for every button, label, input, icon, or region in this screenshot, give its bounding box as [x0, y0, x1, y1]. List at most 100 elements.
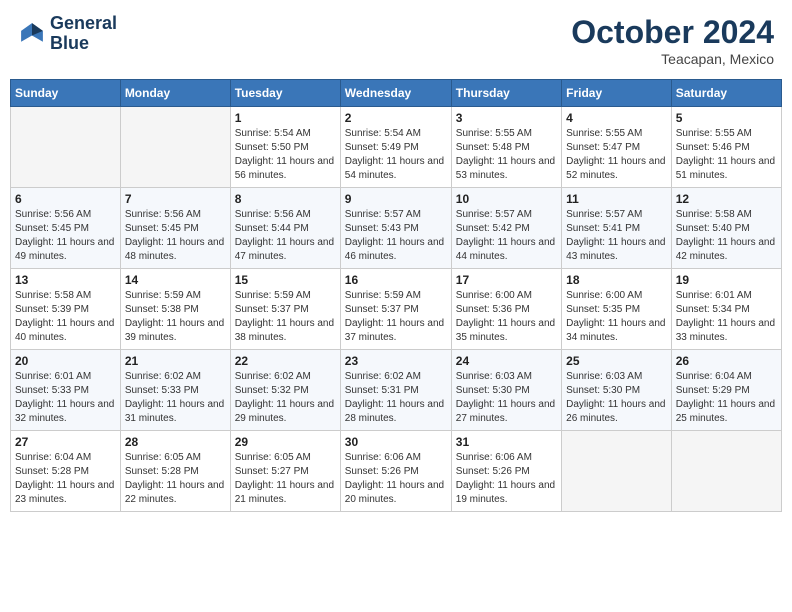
- day-number: 28: [125, 435, 226, 449]
- day-number: 15: [235, 273, 336, 287]
- week-row-1: 1 Sunrise: 5:54 AMSunset: 5:50 PMDaylight…: [11, 107, 782, 188]
- day-cell: 16 Sunrise: 5:59 AMSunset: 5:37 PMDayligh…: [340, 269, 451, 350]
- day-cell: [11, 107, 121, 188]
- day-cell: 26 Sunrise: 6:04 AMSunset: 5:29 PMDayligh…: [671, 350, 781, 431]
- day-number: 31: [456, 435, 557, 449]
- day-info: Sunrise: 6:01 AMSunset: 5:34 PMDaylight:…: [676, 289, 777, 345]
- weekday-header-wednesday: Wednesday: [340, 80, 451, 107]
- day-number: 10: [456, 192, 557, 206]
- day-number: 19: [676, 273, 777, 287]
- weekday-header-row: SundayMondayTuesdayWednesdayThursdayFrid…: [11, 80, 782, 107]
- day-info: Sunrise: 5:59 AMSunset: 5:38 PMDaylight:…: [125, 289, 226, 345]
- day-number: 26: [676, 354, 777, 368]
- day-cell: [562, 431, 672, 512]
- day-cell: 19 Sunrise: 6:01 AMSunset: 5:34 PMDayligh…: [671, 269, 781, 350]
- day-cell: 11 Sunrise: 5:57 AMSunset: 5:41 PMDayligh…: [562, 188, 672, 269]
- day-cell: 20 Sunrise: 6:01 AMSunset: 5:33 PMDayligh…: [11, 350, 121, 431]
- day-info: Sunrise: 5:54 AMSunset: 5:49 PMDaylight:…: [345, 127, 447, 183]
- day-cell: 1 Sunrise: 5:54 AMSunset: 5:50 PMDaylight…: [230, 107, 340, 188]
- day-info: Sunrise: 5:55 AMSunset: 5:47 PMDaylight:…: [566, 127, 667, 183]
- day-cell: 30 Sunrise: 6:06 AMSunset: 5:26 PMDayligh…: [340, 431, 451, 512]
- day-cell: 3 Sunrise: 5:55 AMSunset: 5:48 PMDaylight…: [451, 107, 561, 188]
- day-cell: 27Sunrise: 6:04 AMSunset: 5:28 PMDayligh…: [11, 431, 121, 512]
- day-number: 12: [676, 192, 777, 206]
- day-info: Sunrise: 5:58 AMSunset: 5:40 PMDaylight:…: [676, 208, 777, 264]
- day-number: 20: [15, 354, 116, 368]
- day-cell: 5 Sunrise: 5:55 AMSunset: 5:46 PMDaylight…: [671, 107, 781, 188]
- day-info: Sunrise: 6:05 AMSunset: 5:27 PMDaylight:…: [235, 451, 336, 507]
- week-row-5: 27Sunrise: 6:04 AMSunset: 5:28 PMDayligh…: [11, 431, 782, 512]
- day-number: 7: [125, 192, 226, 206]
- day-info: Sunrise: 5:57 AMSunset: 5:42 PMDaylight:…: [456, 208, 557, 264]
- day-cell: 6 Sunrise: 5:56 AMSunset: 5:45 PMDaylight…: [11, 188, 121, 269]
- week-row-3: 13Sunrise: 5:58 AMSunset: 5:39 PMDayligh…: [11, 269, 782, 350]
- month-title: October 2024: [571, 14, 774, 51]
- day-number: 14: [125, 273, 226, 287]
- day-cell: 29Sunrise: 6:05 AMSunset: 5:27 PMDayligh…: [230, 431, 340, 512]
- day-number: 30: [345, 435, 447, 449]
- day-number: 27: [15, 435, 116, 449]
- day-cell: 7Sunrise: 5:56 AMSunset: 5:45 PMDaylight…: [120, 188, 230, 269]
- day-info: Sunrise: 6:06 AMSunset: 5:26 PMDaylight:…: [345, 451, 447, 507]
- day-info: Sunrise: 6:04 AMSunset: 5:29 PMDaylight:…: [676, 370, 777, 426]
- weekday-header-sunday: Sunday: [11, 80, 121, 107]
- day-number: 24: [456, 354, 557, 368]
- day-info: Sunrise: 6:02 AMSunset: 5:33 PMDaylight:…: [125, 370, 226, 426]
- day-number: 4: [566, 111, 667, 125]
- day-number: 23: [345, 354, 447, 368]
- title-block: October 2024 Teacapan, Mexico: [571, 14, 774, 67]
- day-number: 11: [566, 192, 667, 206]
- day-info: Sunrise: 6:00 AMSunset: 5:36 PMDaylight:…: [456, 289, 557, 345]
- day-cell: 12 Sunrise: 5:58 AMSunset: 5:40 PMDayligh…: [671, 188, 781, 269]
- day-info: Sunrise: 6:02 AMSunset: 5:32 PMDaylight:…: [235, 370, 336, 426]
- week-row-4: 20 Sunrise: 6:01 AMSunset: 5:33 PMDayligh…: [11, 350, 782, 431]
- weekday-header-tuesday: Tuesday: [230, 80, 340, 107]
- day-info: Sunrise: 5:56 AMSunset: 5:45 PMDaylight:…: [15, 208, 116, 264]
- day-cell: 4 Sunrise: 5:55 AMSunset: 5:47 PMDaylight…: [562, 107, 672, 188]
- day-info: Sunrise: 5:56 AMSunset: 5:44 PMDaylight:…: [235, 208, 336, 264]
- day-number: 16: [345, 273, 447, 287]
- page-header: General Blue October 2024 Teacapan, Mexi…: [10, 10, 782, 71]
- day-cell: 18 Sunrise: 6:00 AMSunset: 5:35 PMDayligh…: [562, 269, 672, 350]
- weekday-header-thursday: Thursday: [451, 80, 561, 107]
- day-cell: 17 Sunrise: 6:00 AMSunset: 5:36 PMDayligh…: [451, 269, 561, 350]
- day-cell: 21Sunrise: 6:02 AMSunset: 5:33 PMDayligh…: [120, 350, 230, 431]
- day-cell: 25Sunrise: 6:03 AMSunset: 5:30 PMDayligh…: [562, 350, 672, 431]
- day-info: Sunrise: 6:03 AMSunset: 5:30 PMDaylight:…: [456, 370, 557, 426]
- logo-icon: [18, 20, 46, 48]
- day-cell: 13Sunrise: 5:58 AMSunset: 5:39 PMDayligh…: [11, 269, 121, 350]
- day-cell: 8Sunrise: 5:56 AMSunset: 5:44 PMDaylight…: [230, 188, 340, 269]
- day-cell: 22Sunrise: 6:02 AMSunset: 5:32 PMDayligh…: [230, 350, 340, 431]
- day-info: Sunrise: 6:01 AMSunset: 5:33 PMDaylight:…: [15, 370, 116, 426]
- location-subtitle: Teacapan, Mexico: [571, 51, 774, 67]
- day-number: 6: [15, 192, 116, 206]
- day-number: 18: [566, 273, 667, 287]
- day-number: 25: [566, 354, 667, 368]
- day-info: Sunrise: 6:02 AMSunset: 5:31 PMDaylight:…: [345, 370, 447, 426]
- day-info: Sunrise: 5:57 AMSunset: 5:43 PMDaylight:…: [345, 208, 447, 264]
- day-info: Sunrise: 5:55 AMSunset: 5:46 PMDaylight:…: [676, 127, 777, 183]
- day-info: Sunrise: 5:54 AMSunset: 5:50 PMDaylight:…: [235, 127, 336, 183]
- day-number: 17: [456, 273, 557, 287]
- day-info: Sunrise: 5:55 AMSunset: 5:48 PMDaylight:…: [456, 127, 557, 183]
- day-info: Sunrise: 6:06 AMSunset: 5:26 PMDaylight:…: [456, 451, 557, 507]
- day-info: Sunrise: 5:57 AMSunset: 5:41 PMDaylight:…: [566, 208, 667, 264]
- logo: General Blue: [18, 14, 117, 54]
- day-cell: 14 Sunrise: 5:59 AMSunset: 5:38 PMDayligh…: [120, 269, 230, 350]
- day-cell: [120, 107, 230, 188]
- week-row-2: 6 Sunrise: 5:56 AMSunset: 5:45 PMDaylight…: [11, 188, 782, 269]
- day-number: 5: [676, 111, 777, 125]
- day-cell: 23 Sunrise: 6:02 AMSunset: 5:31 PMDayligh…: [340, 350, 451, 431]
- day-number: 1: [235, 111, 336, 125]
- weekday-header-saturday: Saturday: [671, 80, 781, 107]
- day-cell: [671, 431, 781, 512]
- day-info: Sunrise: 6:00 AMSunset: 5:35 PMDaylight:…: [566, 289, 667, 345]
- weekday-header-monday: Monday: [120, 80, 230, 107]
- logo-text: General Blue: [50, 14, 117, 54]
- day-number: 3: [456, 111, 557, 125]
- day-info: Sunrise: 6:05 AMSunset: 5:28 PMDaylight:…: [125, 451, 226, 507]
- day-number: 9: [345, 192, 447, 206]
- day-info: Sunrise: 5:59 AMSunset: 5:37 PMDaylight:…: [235, 289, 336, 345]
- day-cell: 9 Sunrise: 5:57 AMSunset: 5:43 PMDaylight…: [340, 188, 451, 269]
- day-info: Sunrise: 5:59 AMSunset: 5:37 PMDaylight:…: [345, 289, 447, 345]
